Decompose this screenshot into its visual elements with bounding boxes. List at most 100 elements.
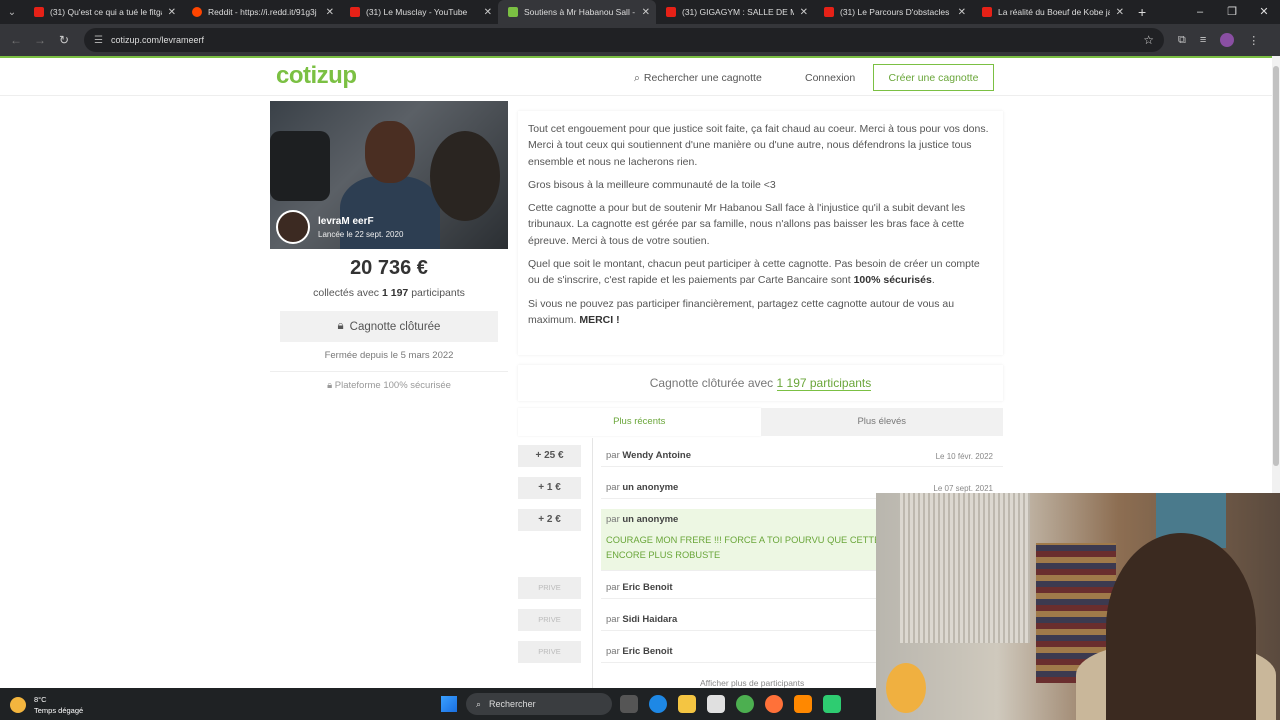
vlc-icon[interactable]: [794, 695, 812, 713]
tab-title: (31) Qu'est ce qui a tué le fitgam: [50, 7, 162, 17]
donation-amount-private: PRIVE: [518, 641, 581, 663]
description-paragraph: Tout cet engouement pour que justice soi…: [528, 123, 989, 168]
forward-icon[interactable]: →: [28, 33, 52, 47]
create-cagnotte-button[interactable]: Créer une cagnotte: [873, 64, 994, 91]
cagnotte-closed-button[interactable]: 🔒︎ Cagnotte clôturée: [280, 311, 498, 342]
reload-icon[interactable]: ↻: [52, 33, 76, 47]
webcam-lamp: [886, 663, 926, 713]
closed-with-text: Cagnotte clôturée avec: [649, 376, 774, 390]
by-label: par: [606, 514, 620, 525]
close-icon[interactable]: ✕: [800, 7, 808, 18]
app-icon[interactable]: [823, 695, 841, 713]
search-icon: ⌕: [476, 698, 482, 709]
by-label: par: [606, 646, 620, 657]
tab-title: (31) Le Musclay - YouTube: [366, 7, 468, 17]
chrome-icon[interactable]: [736, 695, 754, 713]
by-label: par: [606, 450, 620, 461]
cover-camera-shape: [270, 131, 330, 201]
new-tab-button[interactable]: +: [1130, 4, 1154, 20]
youtube-icon: [824, 7, 834, 17]
browser-tab[interactable]: (31) Le Parcours D'obstacles Le ✕: [814, 0, 972, 24]
weather-condition: Temps dégagé: [34, 706, 84, 715]
webcam-person: [1106, 533, 1256, 720]
tab-search-button[interactable]: ⌄: [0, 0, 24, 24]
restore-icon[interactable]: ❐: [1216, 0, 1248, 24]
collected-prefix: collectés avec: [313, 287, 380, 299]
menu-icon[interactable]: ⋮: [1248, 34, 1259, 47]
task-view-icon[interactable]: [620, 695, 638, 713]
browser-tab-active[interactable]: Soutiens à Mr Habanou Sall - ✕: [498, 0, 656, 24]
tab-highest[interactable]: Plus élevés: [760, 408, 1003, 436]
close-icon[interactable]: ✕: [642, 7, 650, 18]
by-label: par: [606, 614, 620, 625]
collected-line: collectés avec 1 197 participants: [270, 287, 508, 299]
sort-tabs: Plus récents Plus élevés: [518, 408, 1003, 436]
browser-tab[interactable]: Reddit - https://i.redd.it/91g3j ✕: [182, 0, 340, 24]
site-info-icon[interactable]: ☰: [94, 35, 103, 46]
edge-icon[interactable]: [649, 695, 667, 713]
youtube-icon: [350, 7, 360, 17]
youtube-icon: [666, 7, 676, 17]
donation-amount: + 1 €: [518, 477, 581, 499]
tab-title: Reddit - https://i.redd.it/91g3j: [208, 7, 317, 17]
browser-tab[interactable]: (31) Le Musclay - YouTube ✕: [340, 0, 498, 24]
creator-name[interactable]: levraM eerF: [318, 216, 374, 227]
bookmark-star-icon[interactable]: ☆: [1143, 33, 1154, 47]
close-icon[interactable]: ✕: [168, 7, 176, 18]
scrollbar-thumb[interactable]: [1273, 66, 1279, 466]
browser-tab[interactable]: (31) Qu'est ce qui a tué le fitgam ✕: [24, 0, 182, 24]
file-explorer-icon[interactable]: [678, 695, 696, 713]
cotizup-icon: [508, 7, 518, 17]
show-more-participants[interactable]: Afficher plus de participants: [700, 678, 804, 688]
windows-taskbar: 8°C Temps dégagé ⌕ Rechercher: [0, 688, 876, 720]
browser-tab[interactable]: La réalité du Boeuf de Kobe jap ✕: [972, 0, 1130, 24]
creator-avatar[interactable]: [276, 210, 310, 244]
login-link[interactable]: Connexion: [805, 72, 855, 84]
cotizup-logo[interactable]: cotizup: [276, 62, 357, 90]
youtube-icon: [34, 7, 44, 17]
close-icon[interactable]: ✕: [484, 7, 492, 18]
extensions-area: ⧉ ≡ ⋮: [1178, 33, 1259, 47]
close-icon[interactable]: ✕: [1116, 7, 1124, 18]
moon-icon: [10, 697, 26, 713]
campaign-summary-card: 20 736 € collectés avec 1 197 participan…: [270, 249, 508, 371]
donor-name: un anonyme: [622, 482, 679, 493]
firefox-icon[interactable]: [765, 695, 783, 713]
lock-icon: 🔒︎: [337, 320, 344, 332]
description-paragraph: Quel que soit le montant, chacun peut pa…: [528, 256, 993, 289]
tab-most-recent[interactable]: Plus récents: [518, 408, 761, 436]
participants-link[interactable]: 1 197 participants: [776, 376, 872, 391]
media-icon[interactable]: ≡: [1200, 34, 1206, 46]
close-icon[interactable]: ✕: [958, 7, 966, 18]
store-icon[interactable]: [707, 695, 725, 713]
omnibox[interactable]: ☰ cotizup.com/levrameerf ☆: [84, 28, 1164, 52]
launch-date: Lancée le 22 sept. 2020: [318, 230, 404, 239]
browser-tab-bar: ⌄ (31) Qu'est ce qui a tué le fitgam ✕ Re…: [0, 0, 1280, 24]
extensions-icon[interactable]: ⧉: [1178, 34, 1186, 47]
closed-since: Fermée depuis le 5 mars 2022: [324, 350, 454, 361]
back-icon[interactable]: ←: [4, 33, 28, 47]
windows-start-icon[interactable]: [441, 696, 457, 712]
weather-widget[interactable]: 8°C Temps dégagé: [10, 694, 83, 716]
by-label: par: [606, 482, 620, 493]
profile-avatar[interactable]: [1220, 33, 1235, 47]
webcam-overlay: [876, 493, 1280, 720]
divider: [270, 371, 508, 372]
close-window-icon[interactable]: ✕: [1248, 0, 1280, 24]
url-text[interactable]: cotizup.com/levrameerf: [111, 35, 1143, 45]
temperature: 8°C: [34, 695, 47, 704]
close-icon[interactable]: ✕: [326, 7, 334, 18]
donation-date: Le 10 févr. 2022: [935, 452, 993, 461]
lock-icon: 🔒︎: [327, 380, 333, 391]
search-icon: ⌕: [634, 72, 640, 84]
secure-note-text: Plateforme 100% sécurisée: [334, 380, 451, 391]
closed-with-banner: Cagnotte clôturée avec 1 197 participant…: [518, 365, 1003, 401]
browser-tab[interactable]: (31) GIGAGYM : SALLE DE MUS ✕: [656, 0, 814, 24]
taskbar-search[interactable]: ⌕ Rechercher: [466, 693, 612, 715]
amount-collected: 20 736 €: [350, 257, 428, 279]
minimize-icon[interactable]: –: [1184, 0, 1216, 24]
timeline-line: [592, 438, 593, 688]
youtube-icon: [982, 7, 992, 17]
search-cagnotte-link[interactable]: ⌕ Rechercher une cagnotte: [634, 72, 762, 85]
p4-bold: 100% sécurisés: [853, 274, 932, 287]
